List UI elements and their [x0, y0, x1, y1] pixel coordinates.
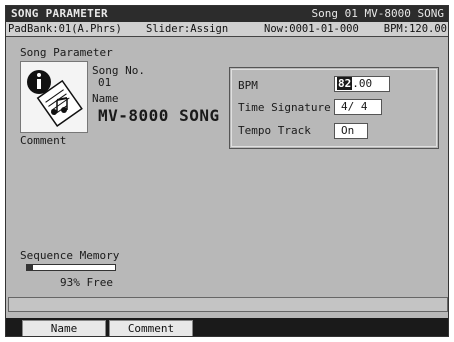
- sequence-memory-free: 93% Free: [60, 276, 113, 289]
- sequence-memory-bar: [26, 264, 116, 271]
- bpm-decimal: .00: [352, 77, 373, 90]
- bpm-integer-cursor: 82: [337, 77, 353, 90]
- now-position: Now:0001-01-000: [264, 23, 359, 35]
- title-bar: SONG PARAMETER Song 01 MV-8000 SONG: [6, 6, 448, 22]
- time-signature-field[interactable]: 4/ 4: [334, 99, 382, 115]
- sequence-memory-label: Sequence Memory: [20, 249, 120, 262]
- time-signature-label: Time Signature: [238, 101, 331, 114]
- pad-bank-status: PadBank:01(A.Phrs): [8, 23, 122, 35]
- bpm-label: BPM: [238, 79, 258, 92]
- tempo-track-label: Tempo Track: [238, 124, 311, 137]
- info-document-icon-graphic: [27, 70, 83, 127]
- section-label: Song Parameter: [20, 46, 113, 59]
- song-name-label: Name: [92, 92, 119, 105]
- current-song: Song 01 MV-8000 SONG: [311, 7, 444, 20]
- function-button-bar: Name Comment: [6, 318, 448, 336]
- song-name-value: MV-8000 SONG: [98, 106, 220, 125]
- bpm-field[interactable]: 82.00: [334, 76, 390, 92]
- info-document-icon: [20, 61, 88, 133]
- song-number-value: 01: [98, 76, 112, 89]
- screen-title: SONG PARAMETER: [11, 7, 108, 20]
- tempo-track-field[interactable]: On: [334, 123, 368, 139]
- status-bar: PadBank:01(A.Phrs) Slider:Assign Now:000…: [6, 22, 448, 37]
- comment-button[interactable]: Comment: [109, 320, 193, 336]
- bpm-status: BPM:120.00: [383, 23, 447, 35]
- song-parameter-screen: SONG PARAMETER Song 01 MV-8000 SONG PadB…: [5, 5, 449, 337]
- message-line: [8, 297, 448, 312]
- name-button[interactable]: Name: [22, 320, 106, 336]
- sequence-memory-used: [27, 265, 34, 270]
- parameter-panel: BPM 82.00 Time Signature 4/ 4 Tempo Trac…: [229, 67, 439, 149]
- slider-status: Slider:Assign: [146, 23, 229, 35]
- comment-label: Comment: [20, 134, 67, 147]
